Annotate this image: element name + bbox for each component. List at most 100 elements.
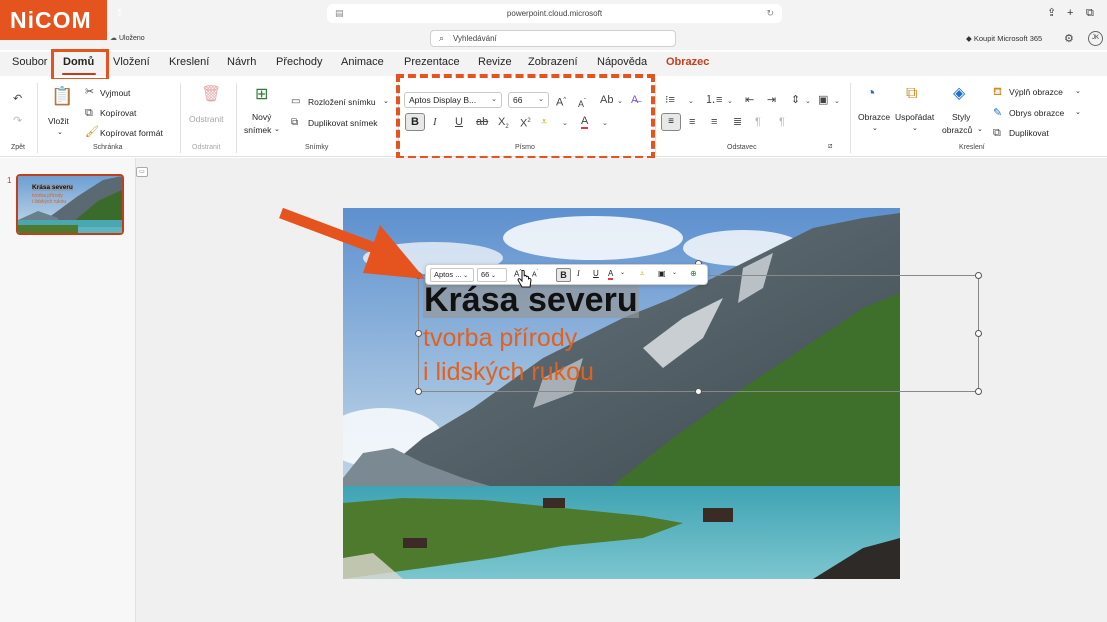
duplicate-icon: ⧉ bbox=[993, 127, 1001, 139]
shape-styles-chevron-down-icon[interactable]: ⌄ bbox=[977, 125, 983, 133]
mini-underline-button[interactable]: U bbox=[593, 269, 599, 278]
shape-outline-button[interactable]: Obrys obrazce bbox=[1009, 108, 1064, 118]
mini-highlight-icon[interactable]: ⩡ bbox=[640, 269, 645, 279]
address-bar[interactable]: ▤ powerpoint.cloud.microsoft ↻ bbox=[327, 4, 782, 23]
chevron-down-icon[interactable]: ⌄ bbox=[727, 96, 733, 108]
resize-handle-bottom[interactable] bbox=[695, 388, 702, 395]
chevron-down-icon[interactable]: ⌄ bbox=[805, 96, 811, 108]
paste-button[interactable]: Vložit bbox=[48, 116, 69, 126]
shape-styles-icon: ◈ bbox=[953, 85, 966, 102]
redo-icon[interactable]: ↷ bbox=[13, 115, 22, 127]
increase-indent-icon[interactable]: ⇥ bbox=[767, 94, 776, 106]
align-right-icon[interactable]: ≡ bbox=[711, 116, 717, 128]
resize-handle-bottom-right[interactable] bbox=[975, 388, 982, 395]
paragraph-group-label: Odstavec bbox=[727, 144, 757, 151]
cut-button[interactable]: Vyjmout bbox=[100, 88, 130, 98]
mini-new-comment-icon[interactable]: ⊕ bbox=[690, 269, 697, 278]
bullets-icon[interactable]: ⁝≡ bbox=[665, 94, 675, 106]
chevron-down-icon[interactable]: ⌄ bbox=[1075, 108, 1081, 116]
divider bbox=[180, 83, 181, 153]
new-tab-icon[interactable]: + bbox=[1067, 6, 1073, 20]
new-slide-chevron-down-icon[interactable]: ⌄ bbox=[274, 125, 280, 133]
tab-design[interactable]: Návrh bbox=[227, 56, 256, 68]
tab-shape-format[interactable]: Obrazec bbox=[666, 56, 709, 68]
saved-status: ☁ Uloženo bbox=[110, 35, 145, 42]
arrange-chevron-down-icon[interactable]: ⌄ bbox=[912, 124, 918, 132]
thumbnail-title: Krása severu bbox=[32, 184, 73, 191]
tab-insert[interactable]: Vložení bbox=[113, 56, 150, 68]
line-spacing-icon[interactable]: ⇕ bbox=[791, 94, 800, 106]
arrange-button[interactable]: Uspořádat bbox=[895, 112, 934, 122]
tab-slideshow[interactable]: Prezentace bbox=[404, 56, 460, 68]
chevron-down-icon[interactable]: ⌄ bbox=[834, 96, 840, 108]
resize-handle-top-right[interactable] bbox=[975, 272, 982, 279]
undo-group-label: Zpět bbox=[11, 144, 26, 151]
new-slide-button[interactable]: snímek bbox=[244, 125, 271, 135]
align-center-icon[interactable]: ≡ bbox=[689, 116, 695, 128]
chevron-down-icon[interactable]: ⌄ bbox=[620, 269, 625, 276]
duplicate-slide-button[interactable]: Duplikovat snímek bbox=[308, 118, 377, 128]
layout-button[interactable]: Rozložení snímku bbox=[308, 97, 376, 107]
mini-bold-button[interactable]: B bbox=[556, 268, 571, 282]
app-header: ☁ Uloženo ⌕ Vyhledávání ◆ Koupit Microso… bbox=[0, 28, 1107, 50]
paste-icon[interactable]: 📋 bbox=[51, 87, 73, 105]
settings-gear-icon[interactable]: ⚙ bbox=[1064, 32, 1074, 45]
shapes-chevron-down-icon[interactable]: ⌄ bbox=[872, 124, 878, 132]
dialog-launcher-icon[interactable]: ⧄ bbox=[828, 141, 832, 153]
align-left-button[interactable]: ≡ bbox=[661, 113, 681, 131]
tab-draw[interactable]: Kreslení bbox=[169, 56, 209, 68]
hand-cursor-icon bbox=[517, 270, 532, 288]
tab-transitions[interactable]: Přechody bbox=[276, 56, 322, 68]
mini-font-color-icon[interactable]: A bbox=[608, 269, 614, 280]
layout-icon: ▭ bbox=[291, 96, 301, 107]
arrange-icon: ⧉ bbox=[906, 85, 918, 102]
resize-handle-right[interactable] bbox=[975, 330, 982, 337]
delete-button[interactable]: Odstranit bbox=[189, 114, 224, 124]
chevron-down-icon[interactable]: ⌄ bbox=[672, 269, 677, 276]
shape-fill-button[interactable]: Výplň obrazce bbox=[1009, 87, 1063, 97]
shape-styles-label-1[interactable]: Styly bbox=[952, 112, 970, 122]
shapes-button[interactable]: Obrazce bbox=[858, 112, 890, 122]
avatar[interactable]: JK bbox=[1088, 31, 1103, 46]
layout-chevron-down-icon[interactable]: ⌄ bbox=[383, 97, 389, 105]
decrease-indent-icon[interactable]: ⇤ bbox=[745, 94, 754, 106]
divider bbox=[655, 83, 656, 153]
resize-handle-left[interactable] bbox=[415, 330, 422, 337]
paste-chevron-down-icon[interactable]: ⌄ bbox=[57, 128, 63, 136]
mini-text-box-icon[interactable]: ▣ bbox=[658, 269, 666, 278]
share-icon[interactable]: ⇪ bbox=[1047, 6, 1056, 20]
new-slide-label-1[interactable]: Nový bbox=[252, 112, 271, 122]
buy-microsoft-365-link[interactable]: ◆ Koupit Microsoft 365 bbox=[966, 34, 1042, 43]
rtl-icon[interactable]: ¶ bbox=[755, 116, 761, 128]
text-box-selection[interactable] bbox=[418, 275, 979, 392]
pane-toggle-icon[interactable]: ▭ bbox=[136, 167, 148, 177]
text-box-icon[interactable]: ▣ bbox=[818, 94, 828, 106]
numbering-icon[interactable]: ⒈≡ bbox=[705, 94, 722, 106]
tab-help[interactable]: Nápověda bbox=[597, 56, 647, 68]
copy-button[interactable]: Kopírovat bbox=[100, 108, 136, 118]
tab-file[interactable]: Soubor bbox=[12, 56, 47, 68]
resize-handle-bottom-left[interactable] bbox=[415, 388, 422, 395]
mini-italic-button[interactable]: I bbox=[577, 269, 580, 278]
slide-thumbnail[interactable]: Krása severu tvorba přírody i lidských r… bbox=[16, 174, 124, 235]
tab-view[interactable]: Zobrazení bbox=[528, 56, 578, 68]
shape-styles-button[interactable]: obrazců bbox=[942, 125, 972, 135]
format-painter-icon: 🖌 bbox=[85, 126, 99, 138]
logo-text: NiCOM bbox=[10, 7, 92, 33]
divider bbox=[37, 83, 38, 153]
chevron-down-icon[interactable]: ⌄ bbox=[688, 96, 694, 108]
tabs-overview-icon[interactable]: ⧉ bbox=[1086, 6, 1094, 20]
reload-icon[interactable]: ↻ bbox=[766, 4, 774, 23]
format-painter-button[interactable]: Kopírovat formát bbox=[100, 128, 163, 138]
mini-font-size-dropdown[interactable]: 66 ⌄ bbox=[477, 268, 507, 282]
copy-icon: ⧉ bbox=[85, 107, 93, 119]
duplicate-slide-icon: ⧉ bbox=[291, 117, 299, 128]
tab-review[interactable]: Revize bbox=[478, 56, 512, 68]
tab-animations[interactable]: Animace bbox=[341, 56, 384, 68]
chevron-down-icon[interactable]: ⌄ bbox=[1075, 87, 1081, 95]
search-input[interactable]: ⌕ Vyhledávání bbox=[430, 30, 676, 47]
duplicate-button[interactable]: Duplikovat bbox=[1009, 128, 1049, 138]
undo-icon[interactable]: ↶ bbox=[13, 93, 22, 105]
justify-icon[interactable]: ≣ bbox=[733, 116, 742, 128]
ltr-icon[interactable]: ¶ bbox=[779, 116, 785, 128]
